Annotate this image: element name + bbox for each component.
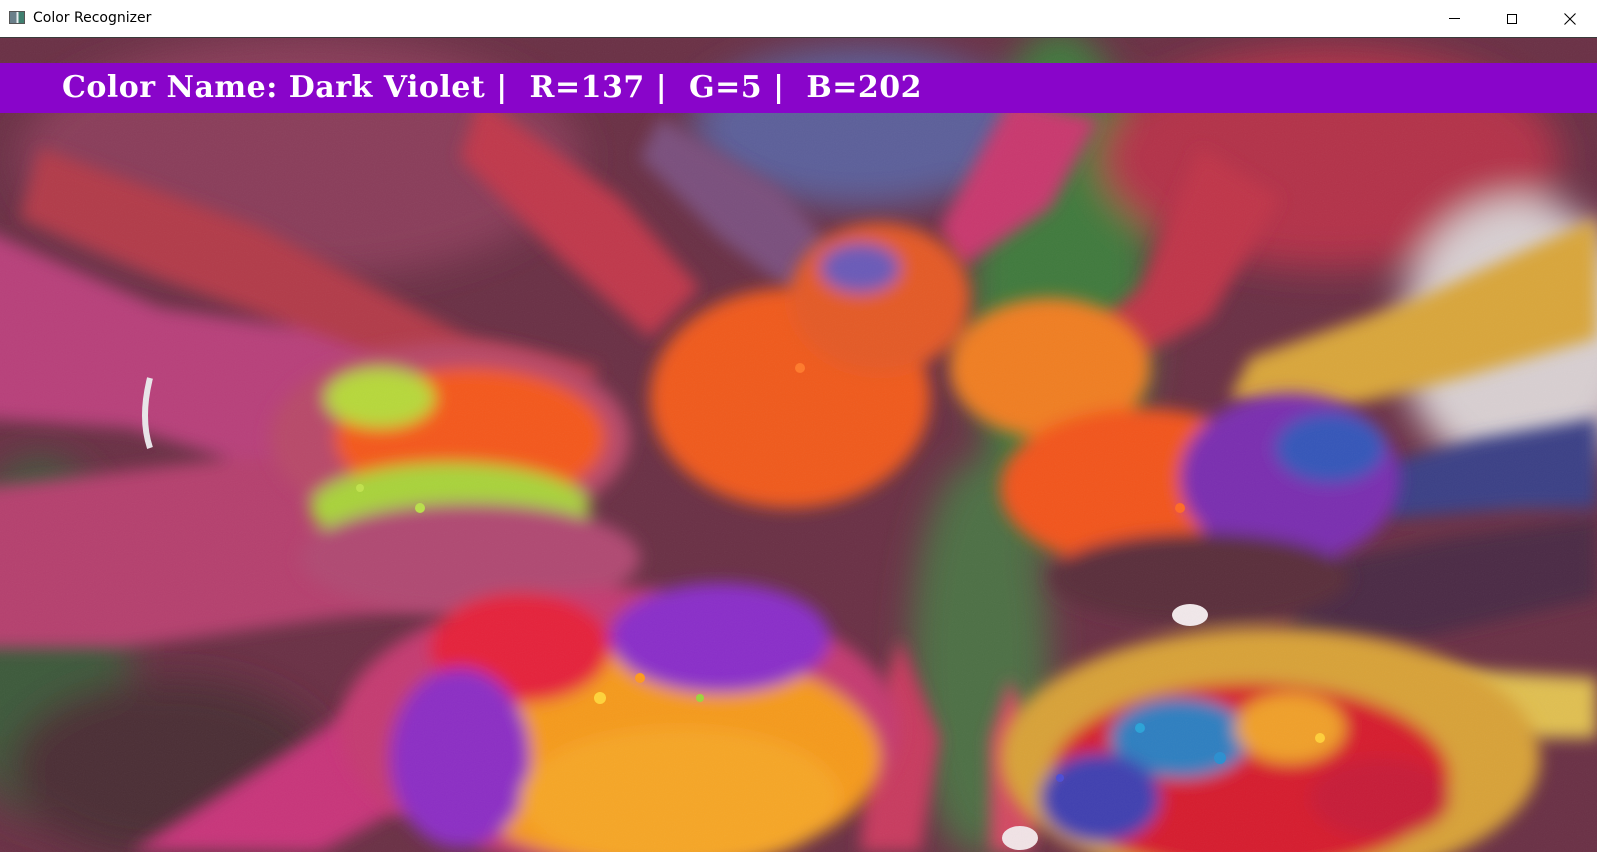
color-name-value: Dark Violet bbox=[288, 70, 486, 105]
close-button[interactable] bbox=[1541, 0, 1597, 37]
window-app-icon bbox=[9, 11, 25, 24]
color-name-label: Color Name: bbox=[62, 70, 278, 105]
blue-value: 202 bbox=[857, 70, 923, 105]
color-info-banner: Color Name: Dark Violet | R=137 | G=5 | … bbox=[0, 63, 1597, 113]
separator: | bbox=[655, 70, 668, 105]
title-bar[interactable]: Color Recognizer bbox=[0, 0, 1597, 38]
red-value: 137 bbox=[580, 70, 645, 105]
green-value: 5 bbox=[740, 70, 763, 105]
window-title: Color Recognizer bbox=[33, 10, 152, 26]
image-canvas[interactable]: Color Name: Dark Violet | R=137 | G=5 | … bbox=[0, 38, 1597, 852]
separator: | bbox=[773, 70, 785, 105]
blue-label: B= bbox=[806, 70, 858, 105]
minimize-icon bbox=[1448, 18, 1460, 19]
maximize-button[interactable] bbox=[1483, 0, 1541, 37]
red-label: R= bbox=[529, 70, 581, 105]
green-label: G= bbox=[689, 70, 741, 105]
maximize-icon bbox=[1507, 13, 1517, 24]
close-icon bbox=[1564, 12, 1576, 25]
hands-holding-colored-powder-photo[interactable] bbox=[0, 38, 1597, 852]
color-recognizer-window: Color Recognizer Color Name: Dark Violet… bbox=[0, 0, 1597, 852]
separator: | bbox=[496, 70, 508, 105]
minimize-button[interactable] bbox=[1425, 0, 1483, 37]
color-info-text: Color Name: Dark Violet | R=137 | G=5 | … bbox=[62, 70, 922, 106]
